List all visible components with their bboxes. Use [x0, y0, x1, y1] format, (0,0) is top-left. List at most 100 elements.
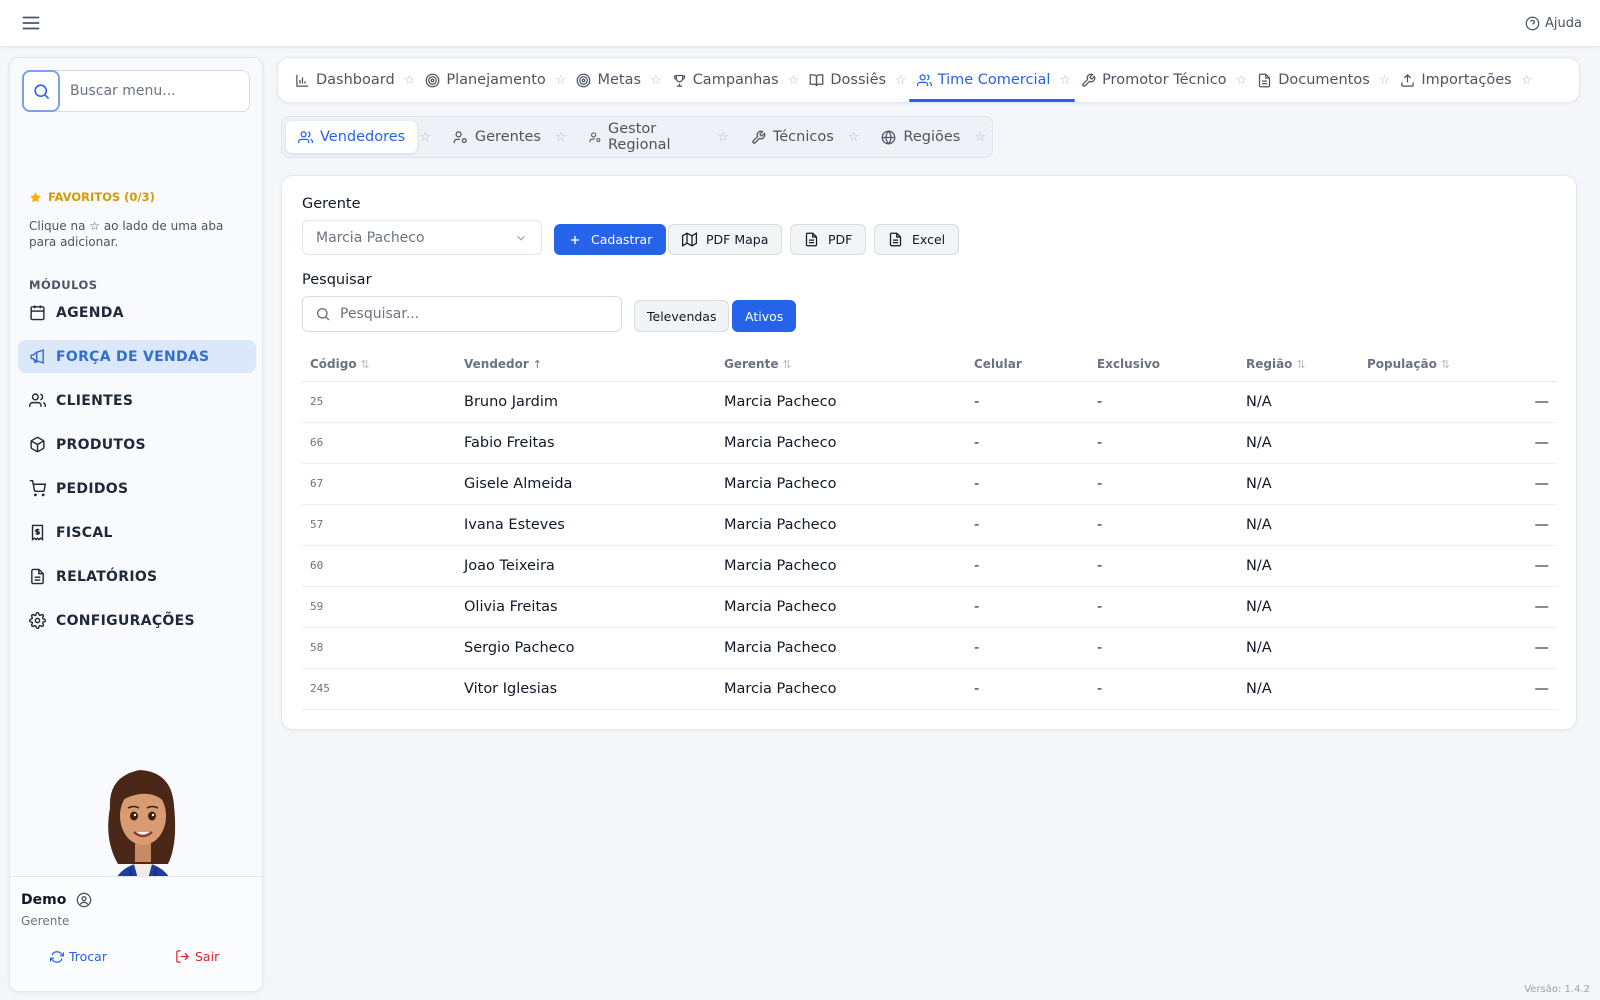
tab-label: Promotor Técnico — [1102, 72, 1227, 88]
register-button[interactable]: Cadastrar — [554, 224, 667, 255]
table-row[interactable]: 245 Vitor Iglesias Marcia Pacheco - - N/… — [302, 668, 1557, 710]
star-icon[interactable]: ☆ — [848, 130, 860, 145]
tab-dashboard[interactable]: Dashboard ☆ — [295, 58, 415, 102]
sidebar-item-label: PRODUTOS — [56, 436, 146, 453]
column-header-regiao[interactable]: Região ⇅ — [1238, 348, 1359, 382]
sellers-search-input[interactable] — [340, 306, 610, 322]
star-icon[interactable]: ☆ — [717, 130, 729, 145]
excel-button[interactable]: Excel — [874, 224, 960, 255]
subtab-gerentes[interactable]: Gerentes — [441, 121, 553, 153]
subtab-regioes[interactable]: Regiões — [869, 121, 972, 153]
tab-documentos[interactable]: Documentos ☆ — [1257, 58, 1390, 102]
column-header-populacao[interactable]: População ⇅ — [1359, 348, 1557, 382]
column-header-codigo[interactable]: Código ⇅ — [302, 348, 456, 382]
sidebar-item-pedidos[interactable]: PEDIDOS — [18, 472, 256, 505]
star-icon[interactable]: ☆ — [974, 130, 986, 145]
table-row[interactable]: 59 Olivia Freitas Marcia Pacheco - - N/A… — [302, 586, 1557, 628]
help-label: Ajuda — [1545, 15, 1582, 31]
tab-label: Dashboard — [316, 72, 395, 88]
tab-metas[interactable]: Metas ☆ — [576, 58, 662, 102]
favorites-title: FAVORITOS (0/3) — [29, 190, 155, 204]
target-icon — [425, 73, 440, 87]
sidebar-item-configuracoes[interactable]: CONFIGURAÇÕES — [18, 604, 256, 637]
cell-manager: Marcia Pacheco — [716, 381, 966, 423]
menu-search-input[interactable] — [60, 83, 230, 99]
star-icon[interactable]: ☆ — [788, 73, 800, 88]
cell-region: N/A — [1238, 504, 1359, 546]
sidebar-item-clientes[interactable]: CLIENTES — [18, 384, 256, 417]
star-icon[interactable]: ☆ — [404, 73, 416, 88]
trophy-icon — [673, 74, 685, 87]
sidebar-item-produtos[interactable]: PRODUTOS — [18, 428, 256, 461]
logout-button[interactable]: Sair — [175, 949, 219, 964]
menu-search[interactable] — [22, 70, 250, 112]
cell-code: 66 — [302, 422, 456, 464]
ativos-filter[interactable]: Ativos — [732, 300, 797, 332]
sellers-table: Código ⇅ Vendedor ↑ Gerente ⇅ Celular Exclu… — [302, 348, 1557, 710]
star-icon[interactable]: ☆ — [1379, 73, 1391, 88]
tab-time-comercial[interactable]: Time Comercial ☆ — [908, 58, 1076, 102]
sellers-search[interactable] — [302, 296, 622, 332]
pdf-map-label: PDF Mapa — [706, 232, 769, 247]
spreadsheet-icon — [889, 232, 902, 247]
table-row[interactable]: 67 Gisele Almeida Marcia Pacheco - - N/A… — [302, 463, 1557, 505]
excel-label: Excel — [912, 232, 946, 247]
sidebar-item-fiscal[interactable]: FISCAL — [18, 516, 256, 549]
user-circle-icon[interactable] — [76, 892, 92, 908]
subtab-vendedores[interactable]: Vendedores — [286, 121, 418, 153]
table-row[interactable]: 66 Fabio Freitas Marcia Pacheco - - N/A … — [302, 422, 1557, 464]
cell-population: — — [1359, 627, 1557, 669]
tab-label: Dossiês — [830, 72, 887, 88]
tab-label: Time Comercial — [937, 72, 1051, 88]
tab-campanhas[interactable]: Campanhas ☆ — [672, 58, 800, 102]
table-row[interactable]: 25 Bruno Jardim Marcia Pacheco - - N/A — — [302, 381, 1557, 423]
pdf-button[interactable]: PDF — [790, 224, 867, 255]
star-icon[interactable]: ☆ — [555, 73, 567, 88]
sort-icon: ⇅ — [1440, 358, 1451, 372]
subtab-label: Regiões — [903, 129, 961, 145]
table-row[interactable]: 57 Ivana Esteves Marcia Pacheco - - N/A … — [302, 504, 1557, 546]
cell-exclusive: - — [1089, 668, 1238, 710]
tab-planejamento[interactable]: Planejamento ☆ — [425, 58, 566, 102]
tab-dossies[interactable]: Dossiês ☆ — [809, 58, 907, 102]
star-icon[interactable]: ☆ — [555, 130, 567, 145]
tab-promotor-tecnico[interactable]: Promotor Técnico ☆ — [1081, 58, 1247, 102]
column-header-gerente[interactable]: Gerente ⇅ — [716, 348, 966, 382]
manager-select[interactable]: Marcia Pacheco — [302, 220, 542, 255]
cell-manager: Marcia Pacheco — [716, 504, 966, 546]
help-button[interactable]: Ajuda — [1525, 16, 1582, 31]
sidebar-item-forca-de-vendas[interactable]: FORÇA DE VENDAS — [18, 340, 256, 373]
cell-phone: - — [966, 627, 1089, 669]
users-icon — [29, 393, 46, 407]
cell-population: — — [1359, 422, 1557, 464]
star-icon[interactable]: ☆ — [1236, 73, 1248, 88]
cell-code: 245 — [302, 668, 456, 710]
subtab-label: Gerentes — [474, 129, 541, 145]
star-icon[interactable]: ☆ — [1521, 73, 1533, 88]
star-icon[interactable]: ☆ — [1059, 73, 1071, 88]
televendas-filter[interactable]: Televendas — [634, 300, 730, 332]
package-icon — [30, 436, 45, 453]
subtab-tecnicos[interactable]: Técnicos — [739, 121, 846, 153]
hamburger-menu-icon[interactable] — [20, 12, 42, 34]
subtab-label: Técnicos — [772, 129, 834, 145]
star-icon[interactable]: ☆ — [895, 73, 907, 88]
table-row[interactable]: 60 Joao Teixeira Marcia Pacheco - - N/A … — [302, 545, 1557, 587]
sidebar-item-relatorios[interactable]: RELATÓRIOS — [18, 560, 256, 593]
switch-user-button[interactable]: Trocar — [50, 949, 107, 964]
table-row[interactable]: 58 Sergio Pacheco Marcia Pacheco - - N/A… — [302, 627, 1557, 669]
document-icon — [1259, 73, 1271, 87]
sellers-panel: Gerente Marcia Pacheco Cadastrar PDF Map… — [281, 175, 1577, 730]
sidebar-item-agenda[interactable]: AGENDA — [18, 296, 256, 329]
subtab-gestor-regional[interactable]: Gestor Regional — [577, 121, 716, 153]
pdf-map-button[interactable]: PDF Mapa — [668, 224, 783, 255]
plus-icon — [570, 235, 580, 244]
sidebar: FAVORITOS (0/3) Clique na ☆ ao lado de u… — [9, 57, 263, 992]
cell-phone: - — [966, 463, 1089, 505]
logout-icon — [176, 950, 190, 963]
tab-importacoes[interactable]: Importações ☆ — [1400, 58, 1532, 102]
column-title: Exclusivo — [1097, 357, 1161, 372]
star-icon[interactable]: ☆ — [419, 130, 431, 145]
column-header-vendedor[interactable]: Vendedor ↑ — [456, 348, 716, 382]
star-icon[interactable]: ☆ — [650, 73, 662, 88]
